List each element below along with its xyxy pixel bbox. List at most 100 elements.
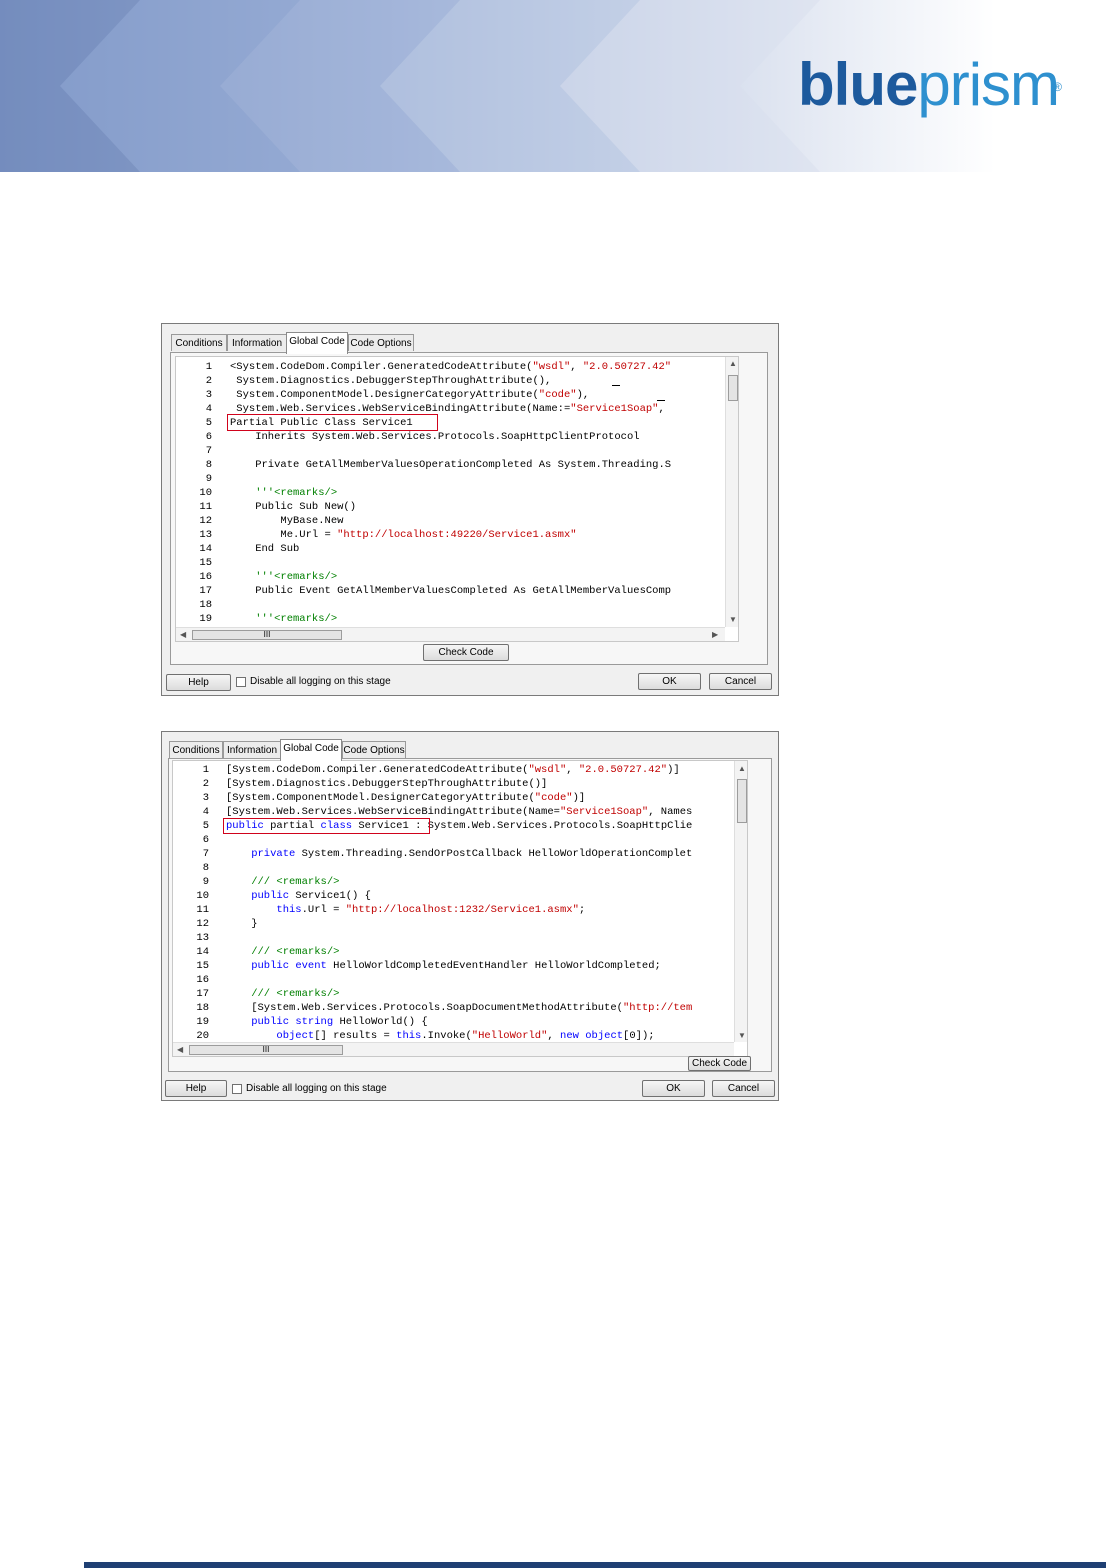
disable-logging-label: Disable all logging on this stage [250,676,391,687]
code-line-11: this.Url = "http://localhost:1232/Servic… [226,904,586,916]
horizontal-scroll-thumb[interactable]: III [189,1045,343,1055]
cancel-button[interactable]: Cancel [712,1080,775,1097]
code-line-8: Private GetAllMemberValuesOperationCompl… [230,459,672,471]
tab-global-code[interactable]: Global Code [280,739,342,761]
ok-button[interactable]: OK [638,673,701,690]
code-editor[interactable]: 1 2 3 4 5 6 7 8 9 10 11 12 13 14 15 16 1… [172,760,748,1057]
code-line-1: <System.CodeDom.Compiler.GeneratedCodeAt… [230,361,672,373]
tab-code-options[interactable]: Code Options [348,334,414,351]
line-number: 18 [199,599,212,611]
code-line-20: object[] results = this.Invoke("HelloWor… [226,1030,655,1042]
line-number: 15 [196,960,209,972]
tab-code-options[interactable]: Code Options [342,741,406,758]
line-number: 1 [202,764,209,776]
footer-bar [84,1562,1106,1568]
code-line-3: System.ComponentModel.DesignerCategoryAt… [230,389,590,401]
scroll-up-arrow-icon[interactable]: ▲ [729,359,737,368]
line-number: 5 [202,820,209,832]
scroll-right-arrow-icon[interactable]: ▶ [712,630,718,639]
line-number: 4 [202,806,209,818]
tab-information[interactable]: Information [227,334,287,351]
code-line-14: /// <remarks/> [226,946,340,958]
horizontal-scrollbar[interactable]: ◀ III ▶ [176,627,725,641]
line-number: 14 [196,946,209,958]
scroll-down-arrow-icon[interactable]: ▼ [738,1031,746,1040]
code-line-16: '''<remarks/> [230,571,338,583]
line-number: 13 [196,932,209,944]
line-number: 16 [199,571,212,583]
vertical-scrollbar[interactable]: ▲ ▼ [734,761,747,1042]
line-number: 6 [202,834,209,846]
ok-button[interactable]: OK [642,1080,705,1097]
line-number: 16 [196,974,209,986]
text-cursor-mark [657,400,665,401]
code-line-12: MyBase.New [230,515,344,527]
code-line-3: [System.ComponentModel.DesignerCategoryA… [226,792,586,804]
line-number: 11 [199,501,212,513]
line-number: 1 [205,361,212,373]
line-number: 11 [196,904,209,916]
code-line-11: Public Sub New() [230,501,357,513]
line-number: 19 [196,1016,209,1028]
line-number-gutter: 1 2 3 4 5 6 7 8 9 10 11 12 13 14 15 16 1… [173,761,215,1056]
line-number: 3 [202,792,209,804]
line-number: 12 [196,918,209,930]
disable-logging-checkbox[interactable] [232,1084,242,1094]
line-number: 7 [202,848,209,860]
scroll-down-arrow-icon[interactable]: ▼ [729,615,737,624]
tab-strip: Conditions Information Global Code Code … [171,332,431,354]
check-code-button[interactable]: Check Code [688,1056,751,1071]
code-line-17: /// <remarks/> [226,988,340,1000]
code-line-7: private System.Threading.SendOrPostCallb… [226,848,693,860]
line-number: 20 [196,1030,209,1042]
text-cursor-mark [612,385,620,386]
check-code-button[interactable]: Check Code [423,644,509,661]
blueprism-logo: blueprism ® [798,50,1062,120]
line-number: 8 [202,862,209,874]
highlight-box-class-declaration [227,414,438,431]
scroll-left-arrow-icon[interactable]: ◀ [177,1045,183,1054]
global-code-dialog-vb: Conditions Information Global Code Code … [161,323,779,696]
help-button[interactable]: Help [166,674,231,691]
horizontal-scroll-thumb[interactable]: III [192,630,342,640]
tab-conditions[interactable]: Conditions [171,334,227,351]
code-line-14: End Sub [230,543,300,555]
line-number: 19 [199,613,212,625]
disable-logging-checkbox[interactable] [236,677,246,687]
code-line-19: public string HelloWorld() { [226,1016,428,1028]
code-line-2: [System.Diagnostics.DebuggerStepThroughA… [226,778,548,790]
scroll-up-arrow-icon[interactable]: ▲ [738,764,746,773]
vertical-scroll-thumb[interactable] [737,779,747,823]
registered-mark: ® [1053,80,1062,94]
line-number: 18 [196,1002,209,1014]
line-number: 2 [202,778,209,790]
code-line-17: Public Event GetAllMemberValuesCompleted… [230,585,672,597]
tab-conditions[interactable]: Conditions [169,741,223,758]
line-number: 5 [205,417,212,429]
tab-information[interactable]: Information [223,741,281,758]
tab-strip: Conditions Information Global Code Code … [169,739,429,761]
line-number: 6 [205,431,212,443]
line-number: 17 [199,585,212,597]
line-number: 7 [205,445,212,457]
cancel-button[interactable]: Cancel [709,673,772,690]
line-number: 3 [205,389,212,401]
scroll-left-arrow-icon[interactable]: ◀ [180,630,186,639]
code-editor[interactable]: 1 2 3 4 5 6 7 8 9 10 11 12 13 14 15 16 1… [175,356,739,642]
code-line-1: [System.CodeDom.Compiler.GeneratedCodeAt… [226,764,680,776]
code-line-19: '''<remarks/> [230,613,338,625]
code-line-18: [System.Web.Services.Protocols.SoapDocum… [226,1002,693,1014]
logo-text-light: prism [917,51,1060,118]
code-line-13: Me.Url = "http://localhost:49220/Service… [230,529,577,541]
code-line-9: /// <remarks/> [226,876,340,888]
vertical-scroll-thumb[interactable] [728,375,738,401]
horizontal-scrollbar[interactable]: ◀ III [173,1042,734,1056]
line-number: 10 [196,890,209,902]
code-line-10: public Service1() { [226,890,371,902]
help-button[interactable]: Help [165,1080,227,1097]
line-number: 9 [205,473,212,485]
code-line-4: [System.Web.Services.WebServiceBindingAt… [226,806,693,818]
tab-global-code[interactable]: Global Code [286,332,348,354]
vertical-scrollbar[interactable]: ▲ ▼ [725,357,738,627]
global-code-dialog-cs: Conditions Information Global Code Code … [161,731,779,1101]
